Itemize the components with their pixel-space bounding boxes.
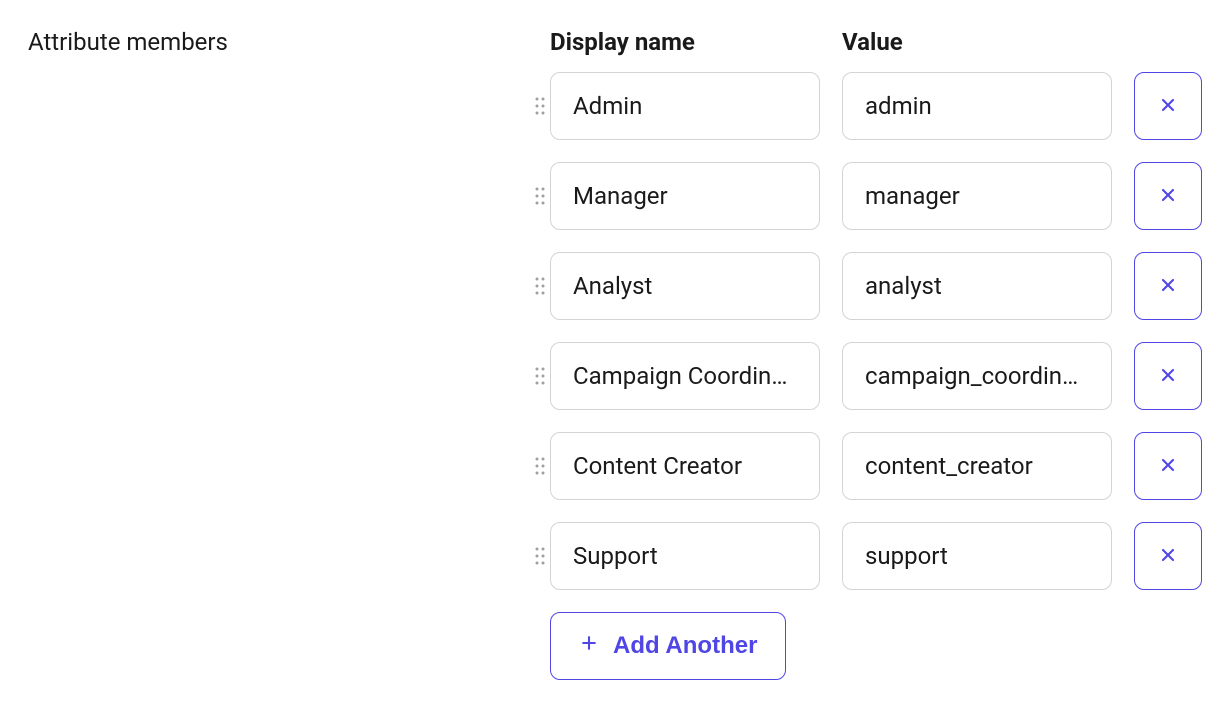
close-icon [1158,95,1178,118]
value-input[interactable] [842,432,1112,500]
drag-handle-icon[interactable] [530,277,550,295]
section-title: Attribute members [28,28,506,56]
value-input[interactable] [842,342,1112,410]
drag-handle-icon[interactable] [530,367,550,385]
attribute-member-row [530,432,1202,500]
header-value: Value [842,28,903,56]
delete-row-button[interactable] [1134,252,1202,320]
display-name-input[interactable] [550,162,820,230]
drag-handle-icon[interactable] [530,457,550,475]
display-name-input[interactable] [550,342,820,410]
close-icon [1158,545,1178,568]
drag-handle-icon[interactable] [530,547,550,565]
drag-handle-icon[interactable] [530,97,550,115]
drag-handle-icon[interactable] [530,187,550,205]
value-input[interactable] [842,522,1112,590]
display-name-input[interactable] [550,72,820,140]
delete-row-button[interactable] [1134,432,1202,500]
close-icon [1158,185,1178,208]
attribute-member-row [530,522,1202,590]
value-input[interactable] [842,162,1112,230]
value-input[interactable] [842,72,1112,140]
attribute-member-row [530,72,1202,140]
add-another-button[interactable]: Add Another [550,612,786,680]
delete-row-button[interactable] [1134,162,1202,230]
header-display-name: Display name [550,28,842,56]
delete-row-button[interactable] [1134,342,1202,410]
attribute-member-row [530,342,1202,410]
plus-icon [579,632,599,660]
delete-row-button[interactable] [1134,522,1202,590]
attribute-member-row [530,252,1202,320]
add-another-label: Add Another [613,632,757,660]
display-name-input[interactable] [550,432,820,500]
delete-row-button[interactable] [1134,72,1202,140]
close-icon [1158,455,1178,478]
display-name-input[interactable] [550,522,820,590]
close-icon [1158,275,1178,298]
attribute-member-row [530,162,1202,230]
value-input[interactable] [842,252,1112,320]
close-icon [1158,365,1178,388]
display-name-input[interactable] [550,252,820,320]
